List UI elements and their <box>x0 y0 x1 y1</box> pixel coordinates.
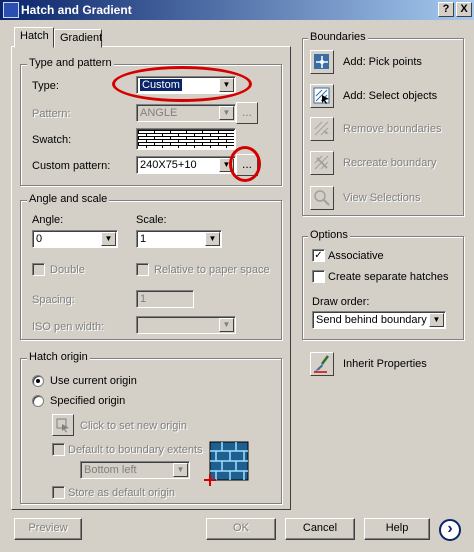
relative-paper-checkbox[interactable] <box>136 263 149 276</box>
preview-button[interactable]: Preview <box>14 518 82 540</box>
separate-hatches-checkbox[interactable] <box>312 270 325 283</box>
pattern-value: ANGLE <box>140 107 178 119</box>
angle-scale-title: Angle and scale <box>27 193 110 205</box>
custom-pattern-value: 240X75+10 <box>140 159 197 171</box>
more-options-button[interactable]: › <box>439 519 461 541</box>
recreate-boundary-label[interactable]: Recreate boundary <box>343 157 437 169</box>
associative-label: Associative <box>328 250 384 262</box>
relative-paper-label: Relative to paper space <box>154 264 270 276</box>
type-pattern-title: Type and pattern <box>27 57 114 69</box>
custom-pattern-label: Custom pattern: <box>32 160 111 172</box>
pick-points-icon <box>314 54 329 69</box>
scale-label: Scale: <box>136 214 167 226</box>
double-label: Double <box>50 264 85 276</box>
associative-checkbox[interactable]: ✓ <box>312 249 325 262</box>
scale-value: 1 <box>140 233 147 245</box>
use-current-origin-radio[interactable] <box>32 375 44 387</box>
chevron-down-icon[interactable]: ▼ <box>173 463 188 477</box>
spacing-input[interactable]: 1 <box>136 290 194 308</box>
specified-origin-label: Specified origin <box>50 395 126 407</box>
tab-hatch-label: Hatch <box>20 30 49 42</box>
title-bar[interactable]: Hatch and Gradient ? X <box>0 0 474 20</box>
cancel-button[interactable]: Cancel <box>285 518 355 540</box>
separate-hatches-label: Create separate hatches <box>328 271 449 283</box>
autocad-app-icon <box>3 2 19 18</box>
chevron-right-icon: › <box>447 520 453 537</box>
select-objects-icon <box>313 87 330 104</box>
swatch-preview[interactable] <box>136 128 236 150</box>
chevron-down-icon[interactable]: ▼ <box>205 232 220 246</box>
use-current-origin-label: Use current origin <box>50 375 137 387</box>
origin-position-value: Bottom left <box>84 464 137 476</box>
add-select-objects-button[interactable] <box>310 84 334 108</box>
tab-gradient[interactable]: Gradient <box>54 29 102 48</box>
remove-boundaries-icon <box>314 121 329 136</box>
recreate-boundary-button[interactable] <box>310 151 334 175</box>
default-extents-checkbox[interactable] <box>52 443 65 456</box>
highlight-circle-browse <box>229 146 261 182</box>
ok-button[interactable]: OK <box>206 518 276 540</box>
add-pick-points-button[interactable] <box>310 50 334 74</box>
angle-label: Angle: <box>32 214 64 226</box>
tab-gradient-label: Gradient <box>60 32 103 44</box>
hatch-origin-title: Hatch origin <box>27 351 90 363</box>
angle-dropdown[interactable]: 0 ▼ <box>32 230 118 248</box>
brick-pattern-icon <box>138 130 234 148</box>
hatch-origin-preview-icon <box>204 441 249 486</box>
pattern-label: Pattern: <box>32 108 71 120</box>
pattern-dropdown[interactable]: ANGLE ▼ <box>136 104 236 122</box>
store-default-label: Store as default origin <box>68 487 176 499</box>
store-default-checkbox[interactable] <box>52 486 65 499</box>
custom-pattern-dropdown[interactable]: 240X75+10 ▼ <box>136 156 236 174</box>
iso-pen-label: ISO pen width: <box>32 321 105 333</box>
chevron-down-icon[interactable]: ▼ <box>101 232 116 246</box>
default-extents-label: Default to boundary extents <box>68 444 203 456</box>
inherit-properties-button[interactable] <box>310 352 334 376</box>
type-label: Type: <box>32 80 59 92</box>
paintbrush-icon <box>314 355 329 373</box>
set-origin-button[interactable] <box>52 414 74 436</box>
origin-position-dropdown[interactable]: Bottom left ▼ <box>80 461 190 479</box>
angle-value: 0 <box>36 233 43 245</box>
draw-order-dropdown[interactable]: Send behind boundary ▼ <box>312 311 446 329</box>
magnifier-icon <box>314 190 330 206</box>
pick-cursor-icon <box>56 418 69 433</box>
remove-boundaries-button[interactable] <box>310 117 334 141</box>
iso-pen-dropdown[interactable]: ▼ <box>136 316 236 334</box>
spacing-value: 1 <box>140 293 147 305</box>
chevron-down-icon[interactable]: ▼ <box>219 106 234 120</box>
close-button[interactable]: X <box>456 2 472 17</box>
pattern-browse-button[interactable]: ... <box>236 102 258 124</box>
tab-hatch[interactable]: Hatch <box>14 27 54 48</box>
double-checkbox[interactable] <box>32 263 45 276</box>
spacing-label: Spacing: <box>32 294 75 306</box>
window-title: Hatch and Gradient <box>21 3 132 17</box>
click-set-origin-label: Click to set new origin <box>80 420 187 432</box>
chevron-down-icon[interactable]: ▼ <box>429 313 444 327</box>
swatch-label: Swatch: <box>32 134 72 146</box>
help-button[interactable]: Help <box>364 518 430 540</box>
add-pick-points-label[interactable]: Add: Pick points <box>343 56 422 68</box>
inherit-properties-label[interactable]: Inherit Properties <box>343 358 427 370</box>
options-title: Options <box>308 229 350 241</box>
boundaries-title: Boundaries <box>308 31 368 43</box>
draw-order-label: Draw order: <box>312 296 370 308</box>
chevron-down-icon[interactable]: ▼ <box>219 318 234 332</box>
draw-order-value: Send behind boundary <box>316 314 427 326</box>
add-select-objects-label[interactable]: Add: Select objects <box>343 90 437 102</box>
help-title-button[interactable]: ? <box>438 2 454 17</box>
specified-origin-radio[interactable] <box>32 395 44 407</box>
view-selections-button[interactable] <box>310 186 334 210</box>
remove-boundaries-label[interactable]: Remove boundaries <box>343 123 441 135</box>
view-selections-label[interactable]: View Selections <box>343 192 420 204</box>
highlight-circle-type <box>112 66 252 102</box>
recreate-boundary-icon <box>314 155 329 170</box>
scale-dropdown[interactable]: 1 ▼ <box>136 230 222 248</box>
